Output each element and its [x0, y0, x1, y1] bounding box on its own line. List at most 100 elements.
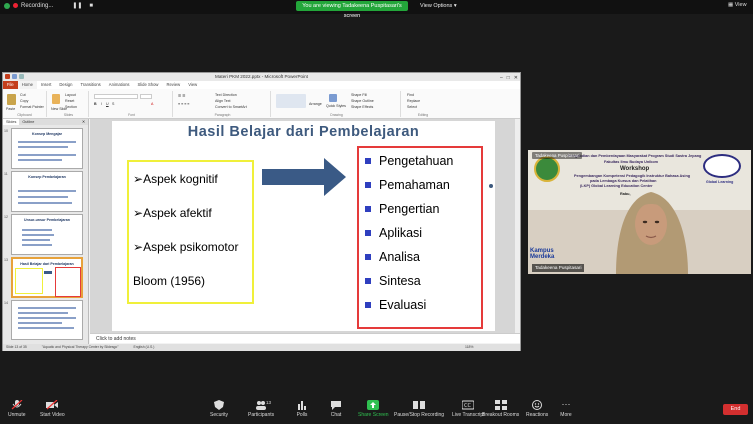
notes-pane[interactable]: Click to add notes	[90, 333, 520, 343]
polls-icon	[298, 401, 306, 410]
slide-thumbnail[interactable]: Konsep Mengajar	[11, 128, 83, 169]
outcome-item: Analisa	[365, 250, 420, 264]
end-meeting-button[interactable]: End	[723, 404, 748, 415]
slide-thumbnail-selected[interactable]: Hasil Belajar dari Pembelajaran	[11, 257, 83, 298]
bold-icon[interactable]: B	[94, 102, 97, 106]
stop-icon[interactable]: ■	[89, 3, 93, 9]
unmute-button[interactable]: Unmute	[8, 400, 26, 418]
close-pane-icon[interactable]: ✕	[79, 119, 88, 125]
align-text-button[interactable]: Align Text	[215, 99, 231, 103]
slide-thumbnail[interactable]: Konsep Pembelajaran	[11, 171, 83, 212]
outcomes-box[interactable]: Pengetahuan Pemahaman Pengertian Aplikas…	[357, 146, 483, 329]
slide-title[interactable]: Hasil Belajar dari Pembelajaran	[112, 124, 495, 140]
find-button[interactable]: Find	[407, 93, 414, 97]
reset-button[interactable]: Reset	[65, 99, 74, 103]
cut-button[interactable]: Cut	[20, 93, 26, 97]
more-button[interactable]: ··· More	[560, 399, 572, 419]
font-name-select[interactable]	[94, 94, 138, 99]
quick-styles-button[interactable]: Quick Styles	[326, 104, 346, 108]
paste-icon[interactable]	[7, 94, 16, 105]
pause-recording-button[interactable]: Pause/Stop Recording	[394, 400, 444, 418]
save-icon[interactable]	[12, 74, 17, 79]
group-label: Drawing	[330, 113, 343, 117]
aspect-item: ➢Aspek kognitif	[133, 172, 218, 186]
tab-slide-show[interactable]: Slide Show	[134, 81, 163, 89]
slide-thumbnail[interactable]: Unsur-unsur Pembelajaran	[11, 214, 83, 255]
tab-home[interactable]: Home	[17, 81, 37, 89]
italic-icon[interactable]: I	[101, 102, 102, 106]
section-button[interactable]: Section	[65, 105, 77, 109]
select-button[interactable]: Select	[407, 105, 417, 109]
polls-button[interactable]: Polls	[296, 400, 308, 418]
shield-icon	[4, 2, 10, 9]
tab-insert[interactable]: Insert	[37, 81, 55, 89]
group-label: Clipboard	[17, 113, 32, 117]
chat-button[interactable]: Chat	[330, 400, 342, 418]
slides-group: New Slide Layout Reset Section Slides	[49, 91, 89, 117]
tab-review[interactable]: Review	[162, 81, 184, 89]
tab-transitions[interactable]: Transitions	[76, 81, 104, 89]
convert-smartart-button[interactable]: Convert to SmartArt	[215, 105, 247, 109]
drawing-group: Arrange Quick Styles Shape Fill Shape Ou…	[273, 91, 401, 117]
new-slide-icon[interactable]	[52, 94, 60, 104]
undo-icon[interactable]	[19, 74, 24, 79]
copy-button[interactable]: Copy	[20, 99, 28, 103]
format-painter-button[interactable]: Format Painter	[20, 105, 44, 109]
font-color-icon[interactable]: A	[151, 102, 153, 106]
share-screen-button[interactable]: Share Screen	[358, 400, 389, 418]
more-icon: ···	[561, 399, 571, 409]
powerpoint-window: Materi PKM 2022.pptx - Microsoft PowerPo…	[2, 72, 521, 351]
reactions-icon	[532, 400, 543, 410]
bloom-citation: Bloom (1956)	[133, 274, 206, 288]
tab-design[interactable]: Design	[55, 81, 76, 89]
tab-file[interactable]: File	[3, 81, 18, 89]
ribbon-tabs: File Home Insert Design Transitions Anim…	[3, 81, 520, 89]
align-icon[interactable]: ≡ ≡ ≡ ≡	[178, 102, 189, 106]
slide-number: 12	[4, 215, 8, 219]
text-direction-button[interactable]: Text Direction	[215, 93, 237, 97]
group-label: Font	[128, 113, 135, 117]
outcome-item: Evaluasi	[365, 298, 426, 312]
tab-outline[interactable]: Outline	[19, 119, 37, 125]
shadow-icon[interactable]: S	[112, 102, 114, 106]
slide-thumbnail[interactable]	[11, 300, 83, 340]
zoom-level[interactable]: 118%	[465, 344, 473, 351]
security-button[interactable]: Security	[210, 400, 228, 418]
live-transcript-button[interactable]: CC Live Transcript	[452, 400, 485, 418]
replace-button[interactable]: Replace	[407, 99, 420, 103]
start-video-button[interactable]: Start Video	[40, 400, 65, 418]
shapes-gallery[interactable]	[276, 94, 306, 108]
view-options-button[interactable]: View Options ▾	[420, 1, 457, 11]
tab-view[interactable]: View	[184, 81, 201, 89]
reactions-button[interactable]: Reactions	[526, 400, 548, 418]
breakout-rooms-button[interactable]: Breakout Rooms	[482, 400, 519, 418]
arrange-button[interactable]: Arrange	[309, 102, 322, 106]
quick-styles-icon[interactable]	[329, 94, 337, 102]
view-button[interactable]: ▦ View	[728, 2, 747, 8]
font-size-select[interactable]	[140, 94, 152, 99]
shape-effects-button[interactable]: Shape Effects	[351, 105, 373, 109]
aspects-box[interactable]: ➢Aspek kognitif ➢Aspek afektif ➢Aspek ps…	[127, 160, 254, 304]
participant-image	[616, 192, 688, 274]
language[interactable]: English (U.S.)	[133, 345, 154, 349]
slide-canvas[interactable]: Hasil Belajar dari Pembelajaran ➢Aspek k…	[112, 121, 495, 331]
shape-fill-button[interactable]: Shape Fill	[351, 93, 367, 97]
status-bar: Slide 13 of 35 "Aquatic and Physical The…	[3, 344, 520, 351]
tab-slides[interactable]: Slides	[3, 119, 20, 125]
recording-indicator[interactable]: Recording... ❚❚ ■	[4, 2, 93, 9]
tab-animations[interactable]: Animations	[105, 81, 134, 89]
layout-button[interactable]: Layout	[65, 93, 76, 97]
bullets-icon[interactable]: ☰ ☰	[178, 94, 185, 98]
pause-icon[interactable]: ❚❚	[72, 2, 82, 9]
shape-outline-button[interactable]: Shape Outline	[351, 99, 374, 103]
underline-icon[interactable]: U	[106, 102, 109, 106]
window-title-bar: Materi PKM 2022.pptx - Microsoft PowerPo…	[3, 73, 520, 81]
participants-button[interactable]: Participants 13	[248, 400, 274, 418]
paste-button[interactable]: Paste	[6, 107, 15, 111]
shield-icon	[214, 400, 225, 410]
participant-name-top: Tadakeena Puspitasari	[532, 152, 583, 159]
participant-video[interactable]: Pengabdian dan Pemberdayaan Masyarakat P…	[528, 150, 751, 274]
vertical-scrollbar[interactable]	[515, 119, 520, 333]
global-learning-logo	[703, 154, 741, 178]
right-arrow-shape[interactable]	[262, 158, 346, 196]
